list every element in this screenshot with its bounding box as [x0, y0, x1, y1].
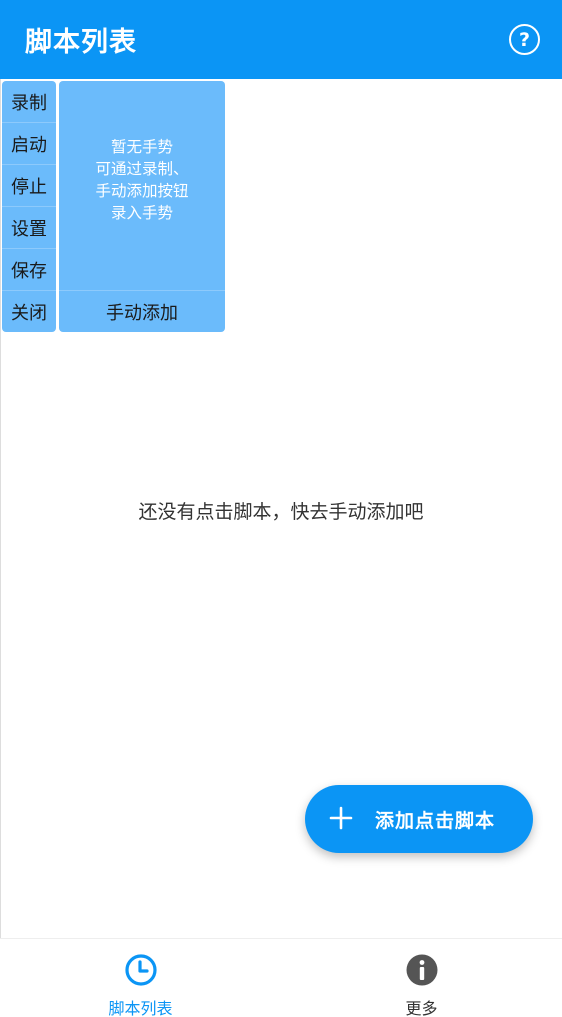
gesture-empty-line: 暂无手势 [110, 137, 173, 156]
floating-control-menu: 录制 启动 停止 设置 保存 关闭 [2, 81, 56, 332]
gesture-panel: 暂无手势 可通过录制、 手动添加按钮 录入手势 手动添加 [59, 81, 225, 332]
empty-script-message: 还没有点击脚本，快去手动添加吧 [138, 501, 424, 523]
settings-button[interactable]: 设置 [2, 207, 56, 249]
record-button[interactable]: 录制 [2, 81, 56, 123]
bottom-nav: 脚本列表 更多 [0, 938, 562, 1017]
page-title: 脚本列表 [25, 27, 137, 58]
nav-item-script-list[interactable]: 脚本列表 [0, 939, 281, 1017]
clock-icon [124, 953, 158, 991]
stop-button[interactable]: 停止 [2, 165, 56, 207]
plus-icon [329, 802, 353, 836]
gesture-empty-state: 暂无手势 可通过录制、 手动添加按钮 录入手势 [59, 81, 225, 291]
save-button[interactable]: 保存 [2, 249, 56, 291]
gesture-empty-line: 录入手势 [110, 203, 173, 222]
manual-add-gesture-button[interactable]: 手动添加 [59, 291, 225, 332]
start-button[interactable]: 启动 [2, 123, 56, 165]
gesture-empty-line: 手动添加按钮 [95, 181, 189, 200]
nav-label: 脚本列表 [108, 999, 173, 1017]
nav-label: 更多 [405, 999, 438, 1017]
help-button[interactable]: ? [509, 24, 540, 55]
add-click-script-button[interactable]: 添加点击脚本 [305, 785, 533, 853]
close-button[interactable]: 关闭 [2, 291, 56, 332]
app-bar: 脚本列表 ? [0, 0, 562, 79]
info-icon [405, 953, 439, 991]
help-icon: ? [518, 28, 531, 51]
nav-item-more[interactable]: 更多 [281, 939, 562, 1017]
fab-label: 添加点击脚本 [375, 809, 496, 832]
gesture-empty-line: 可通过录制、 [95, 159, 189, 178]
